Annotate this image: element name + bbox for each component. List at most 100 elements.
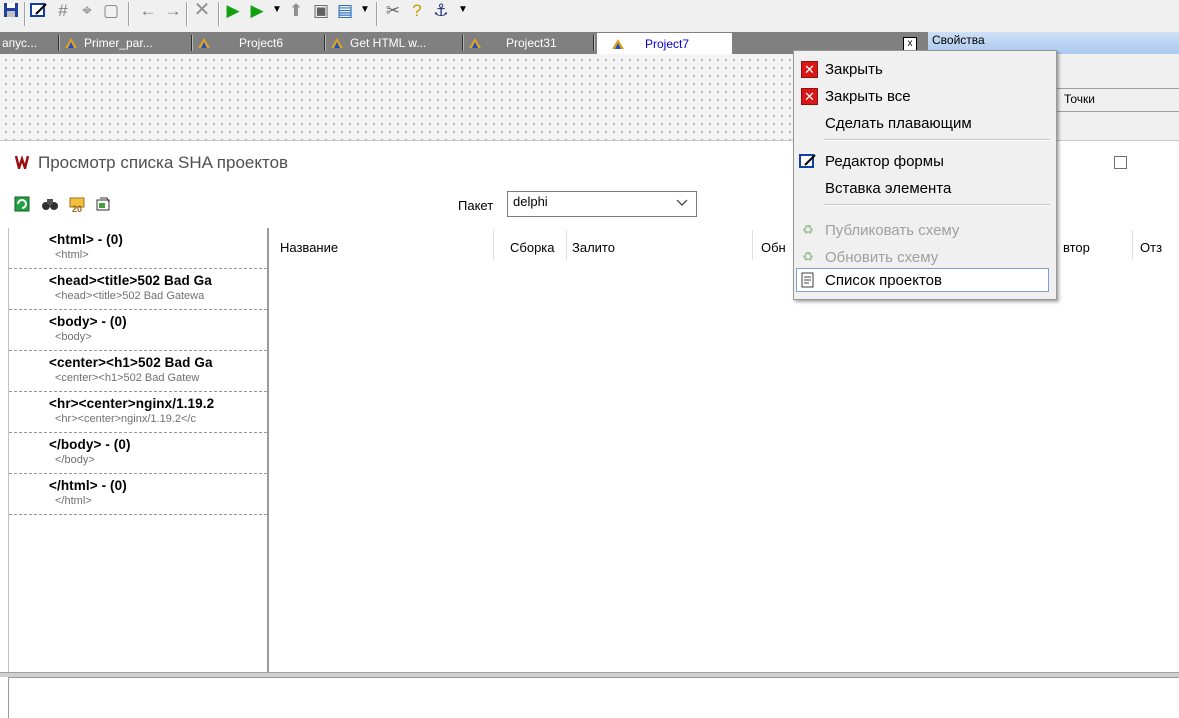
document-tabs: апус... Primer_par... Project6 Get HTML … xyxy=(0,32,928,55)
debug-run-icon[interactable]: ▶ xyxy=(246,0,268,20)
html-tag-tree[interactable]: <html> - (0) <html> <head><title>502 Bad… xyxy=(8,228,269,672)
menu-item-label: Редактор формы xyxy=(825,152,944,170)
window-icon[interactable]: ▣ xyxy=(310,0,332,20)
menu-item-label: Сделать плавающим xyxy=(825,114,972,132)
folder-20-icon[interactable]: 20 xyxy=(68,194,88,214)
tree-item[interactable]: </html> - (0) </html> xyxy=(9,474,267,515)
toolbar-separator xyxy=(128,2,130,26)
main-toolbar: # ⌖ ▢ ← → ✕ ▶ ▶ ▼ ⬆ ▣ ▤ ▼ ✂ ? ⚓ ▼ xyxy=(0,0,1179,32)
column-separator xyxy=(566,230,567,260)
chevron-down-icon[interactable]: ▼ xyxy=(452,0,474,20)
column-separator xyxy=(493,230,494,260)
menu-item-project-list[interactable]: Список проектов xyxy=(796,268,1049,292)
tree-item[interactable]: <hr><center>nginx/1.19.2 <hr><center>ngi… xyxy=(9,392,267,433)
tab-separator xyxy=(324,35,326,51)
arrow-right-icon[interactable]: → xyxy=(162,0,184,20)
menu-item-label: Закрыть все xyxy=(825,87,911,105)
menu-item-insert-element[interactable]: Вставка элемента xyxy=(794,176,1056,200)
anchor-icon[interactable]: ⚓ xyxy=(430,0,452,20)
close-tab-icon[interactable]: x xyxy=(903,37,917,51)
tree-item-source: </body> xyxy=(55,454,95,466)
menu-item-label: Вставка элемента xyxy=(825,179,952,197)
close-all-icon: ✕ xyxy=(801,88,818,105)
tab-item[interactable]: апус... xyxy=(0,32,58,54)
tree-item-source: </html> xyxy=(55,495,92,507)
column-separator xyxy=(752,230,753,260)
project-list-icon xyxy=(799,271,817,289)
tab-item-active[interactable]: Project7 xyxy=(597,33,732,54)
tree-item[interactable]: </body> - (0) </body> xyxy=(9,433,267,474)
tab-item[interactable]: Project31 xyxy=(466,32,592,54)
toolbar-separator xyxy=(186,2,188,26)
menu-item-label: Закрыть xyxy=(825,60,883,78)
tab-label: Project31 xyxy=(506,36,557,50)
tree-item-source: <html> xyxy=(55,249,89,261)
maximize-icon[interactable] xyxy=(1114,156,1127,169)
tab-item[interactable]: Get HTML w... xyxy=(328,32,456,54)
tab-item[interactable]: Primer_par... xyxy=(62,32,190,54)
menu-item-update-schema[interactable]: ♻ Обновить схему xyxy=(794,245,1056,269)
chevron-down-icon[interactable] xyxy=(676,196,688,210)
form-editor-icon[interactable] xyxy=(28,0,50,20)
details-pane[interactable] xyxy=(8,677,1179,718)
column-header-build[interactable]: Сборка xyxy=(510,240,555,255)
tree-item[interactable]: <head><title>502 Bad Ga <head><title>502… xyxy=(9,269,267,310)
frame-icon[interactable]: ▢ xyxy=(100,0,122,20)
tree-item[interactable]: <body> - (0) <body> xyxy=(9,310,267,351)
tools-icon[interactable]: ✂ xyxy=(382,0,404,20)
find-icon[interactable] xyxy=(40,194,60,214)
tree-item-tag: <center><h1>502 Bad Ga xyxy=(49,355,213,370)
delphi-project-icon xyxy=(609,36,627,52)
tab-item[interactable]: Project6 xyxy=(195,32,323,54)
save-icon[interactable] xyxy=(0,0,22,20)
toolbar-separator xyxy=(24,2,26,26)
toolbar-separator xyxy=(218,2,220,26)
column-separator xyxy=(1132,230,1133,260)
tab-label: Get HTML w... xyxy=(350,36,427,50)
package-select-value: delphi xyxy=(513,194,548,209)
column-header-author[interactable]: втор xyxy=(1063,240,1090,255)
tab-separator xyxy=(593,35,595,51)
form-editor-icon xyxy=(799,152,817,170)
chevron-down-icon[interactable]: ▼ xyxy=(354,0,376,20)
menu-item-form-editor[interactable]: Редактор формы xyxy=(794,149,1056,173)
close-icon: ✕ xyxy=(801,61,818,78)
menu-separator xyxy=(824,139,1050,141)
align-icon[interactable]: ⌖ xyxy=(76,0,98,20)
tree-item-tag: <head><title>502 Bad Ga xyxy=(49,273,212,288)
tree-item-source: <center><h1>502 Bad Gatew xyxy=(55,372,200,384)
tab-separator xyxy=(462,35,464,51)
tab-label: Project7 xyxy=(645,36,690,51)
delete-icon[interactable]: ✕ xyxy=(191,0,213,20)
tree-item-source: <hr><center>nginx/1.19.2</c xyxy=(55,413,196,425)
toolbar-separator xyxy=(376,2,378,26)
tab-label: апус... xyxy=(2,36,38,50)
tree-item[interactable]: <center><h1>502 Bad Ga <center><h1>502 B… xyxy=(9,351,267,392)
help-icon[interactable]: ? xyxy=(406,0,428,20)
tab-separator xyxy=(191,35,193,51)
package-label: Пакет xyxy=(458,198,494,213)
tree-item-tag: <body> - (0) xyxy=(49,314,127,329)
menu-item-close[interactable]: ✕ Закрыть xyxy=(794,57,1056,81)
refresh-icon[interactable] xyxy=(12,194,32,214)
menu-item-publish-schema[interactable]: ♻ Публиковать схему xyxy=(794,218,1056,242)
column-header-updated[interactable]: Обн xyxy=(761,240,786,255)
tab-label: Project6 xyxy=(239,36,284,50)
export-icon[interactable] xyxy=(94,194,114,214)
arrow-left-icon[interactable]: ← xyxy=(137,0,159,20)
column-header-uploaded[interactable]: Залито xyxy=(572,240,615,255)
form-designer-grid[interactable] xyxy=(0,54,928,140)
svg-text:20: 20 xyxy=(72,204,82,213)
step-icon[interactable]: ⬆ xyxy=(285,0,307,20)
menu-item-label: Обновить схему xyxy=(825,248,939,266)
menu-item-close-all[interactable]: ✕ Закрыть все xyxy=(794,84,1056,108)
grid-icon[interactable]: # xyxy=(52,0,74,20)
tree-item-source: <body> xyxy=(55,331,92,343)
column-header-name[interactable]: Название xyxy=(280,240,338,255)
column-header-feedback[interactable]: Отз xyxy=(1140,240,1162,255)
menu-item-float[interactable]: Сделать плавающим xyxy=(794,111,1056,135)
compile-icon[interactable]: ▤ xyxy=(334,0,356,20)
tree-item[interactable]: <html> - (0) <html> xyxy=(9,228,267,269)
run-icon[interactable]: ▶ xyxy=(222,0,244,20)
publish-icon: ♻ xyxy=(802,222,814,237)
